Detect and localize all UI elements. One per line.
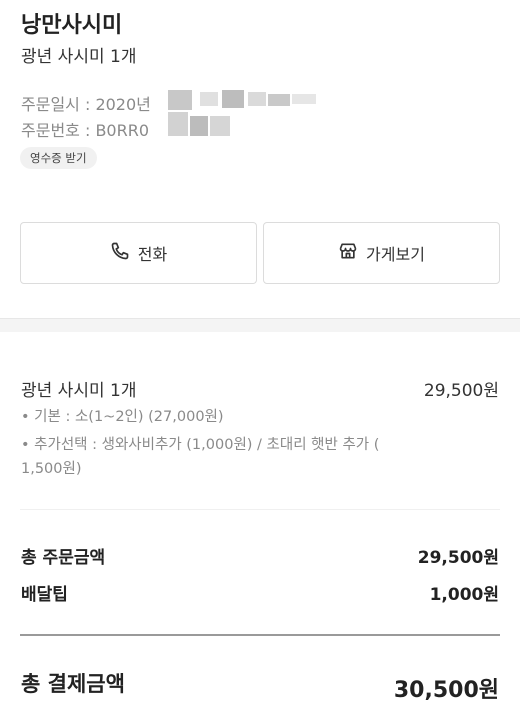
item-name: 광년 사시미 1개 bbox=[21, 381, 137, 401]
storefront-icon bbox=[338, 241, 366, 265]
order-date: 주문일시 : 2020년 bbox=[21, 95, 151, 114]
item-divider bbox=[20, 509, 500, 510]
subtotal-value: 29,500원 bbox=[417, 548, 499, 568]
receipt-button[interactable]: 영수증 받기 bbox=[20, 147, 97, 169]
order-summary: 광년 사시미 1개 bbox=[21, 47, 137, 67]
item-option-base: • 기본 : 소(1~2인) (27,000원) bbox=[21, 409, 224, 425]
item-option-extra: • 추가선택 : 생와사비추가 (1,000원) / 초대리 햇반 추가 ( 1… bbox=[21, 437, 380, 477]
subtotal-label: 총 주문금액 bbox=[21, 548, 106, 568]
call-button[interactable]: 전화 bbox=[20, 222, 257, 284]
store-name: 낭만사시미 bbox=[21, 13, 123, 38]
total-divider bbox=[20, 634, 500, 636]
call-button-label: 전화 bbox=[137, 245, 168, 264]
phone-icon bbox=[110, 241, 138, 265]
item-price: 29,500원 bbox=[423, 381, 499, 401]
section-divider bbox=[0, 318, 520, 332]
total-value: 30,500원 bbox=[393, 678, 499, 703]
delivery-tip-label: 배달팁 bbox=[21, 585, 68, 605]
store-view-button[interactable]: 가게보기 bbox=[263, 222, 500, 284]
order-number: 주문번호 : B0RR0 bbox=[21, 121, 150, 140]
delivery-tip-value: 1,000원 bbox=[429, 585, 499, 605]
store-view-label: 가게보기 bbox=[366, 245, 425, 264]
total-label: 총 결제금액 bbox=[21, 672, 125, 696]
